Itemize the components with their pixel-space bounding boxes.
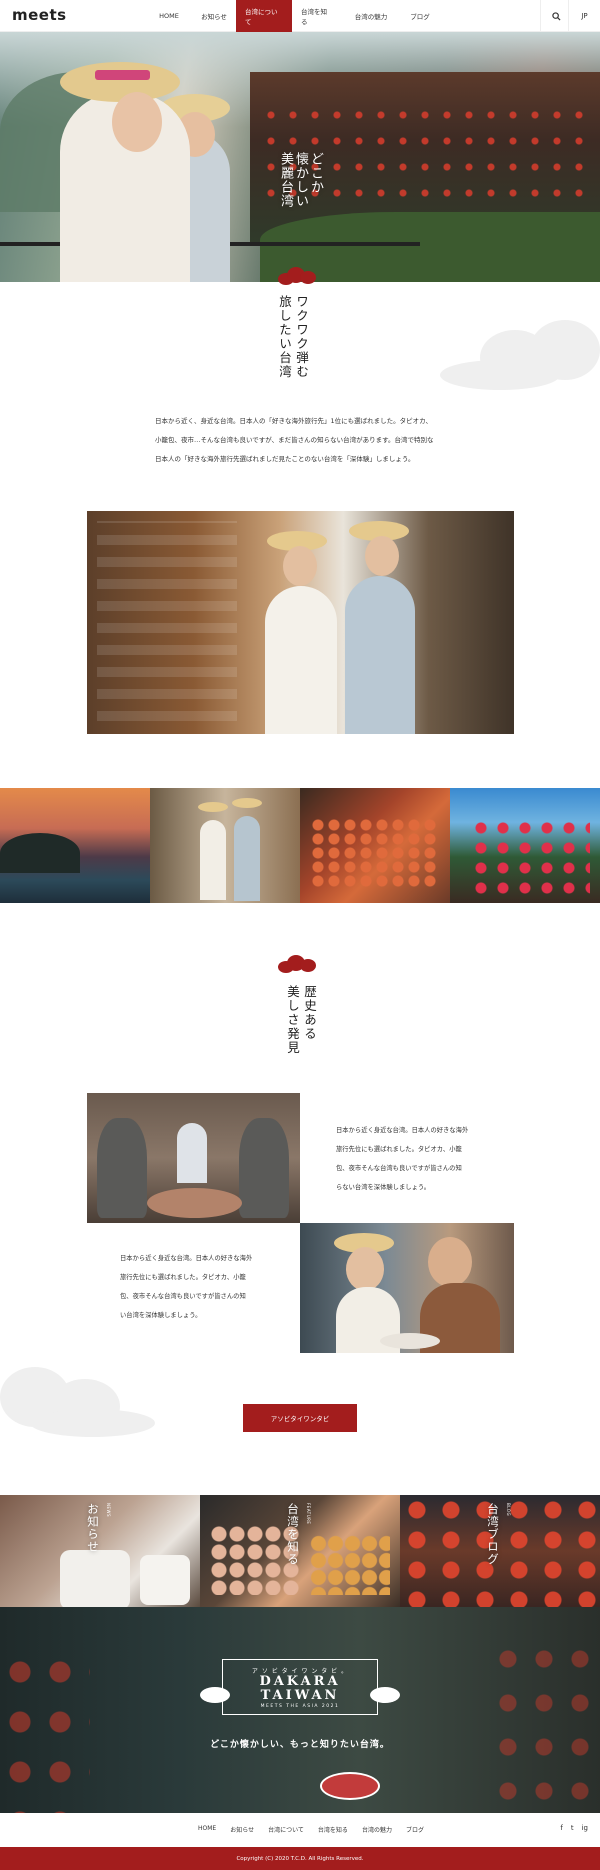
panel-eyebrow: NEWS	[106, 1503, 111, 1518]
banner-logo: ア ソ ビ タ イ ワ ン タ ビ 。 DAKARA TAIWAN MEETS …	[222, 1659, 378, 1715]
intro-text-line: 小籠包、夜市…そんな台湾も良いですが、まだ皆さんの知らない台湾があります。台湾で…	[155, 436, 434, 444]
banner-tiny: MEETS THE ASIA 2021	[260, 1704, 340, 1709]
history-text-line: 旅行先位にも選ばれました。タピオカ、小籠	[336, 1146, 462, 1153]
market-photo	[87, 511, 514, 734]
panel-eyebrow: FEATURE	[306, 1503, 311, 1525]
cloud-decoration-icon	[0, 1367, 160, 1447]
section-title-history: 歴史ある 美しさ発見	[284, 985, 318, 1055]
banner-title-line2: TAIWAN	[260, 1688, 340, 1703]
strip-photo-friends	[150, 788, 300, 903]
eating-photo	[300, 1223, 514, 1353]
history-text-line: 日本から近く身近な台湾。日本人の好きな海外	[120, 1255, 253, 1262]
cloud-ornament-icon	[278, 953, 318, 975]
site-header: meets HOME お知らせ 台湾について 台湾を知る 台湾の魅力 ブログ J…	[0, 0, 600, 32]
history-text-line: い台湾を深体験しましょう。	[120, 1312, 202, 1319]
footer-link-news[interactable]: お知らせ	[230, 1825, 254, 1834]
nav-item-home[interactable]: HOME	[146, 0, 192, 32]
copyright: Copyright (C) 2020 T.C.D. All Rights Res…	[0, 1847, 600, 1870]
intro-text-line: 日本人の「好きな海外旅行先選ばれましだ見たことのない台湾を「深体験」しましょう。	[155, 455, 415, 463]
sign-icon	[320, 1772, 380, 1800]
intro-text: 日本から近く、身近な台湾。日本人の「好きな海外旅行先」1位にも選ばれました。タピ…	[155, 412, 455, 469]
section-title-line: 歴史ある	[302, 985, 317, 1041]
facebook-icon[interactable]: f	[560, 1824, 562, 1832]
section-title-wakuwaku: ワクワク弾む 旅したい台湾	[276, 295, 310, 379]
panel-news[interactable]: NEWS お知らせ	[0, 1495, 200, 1607]
temple-photo	[87, 1093, 300, 1223]
nav-item-know-taiwan[interactable]: 台湾を知る	[292, 0, 342, 32]
history-text-right: 日本から近く身近な台湾。日本人の好きな海外 旅行先位にも選ばれました。タピオカ、…	[336, 1121, 496, 1197]
twitter-icon[interactable]: t	[571, 1824, 574, 1832]
nav-item-news[interactable]: お知らせ	[192, 0, 236, 32]
strip-photo-street-food	[300, 788, 450, 903]
history-text-line: 包、夜市そんな台湾も良いですが皆さんの知	[120, 1293, 246, 1300]
panel-eyebrow: BLOG	[506, 1503, 511, 1517]
history-text-left: 日本から近く身近な台湾。日本人の好きな海外 旅行先位にも選ばれました。タピオカ、…	[120, 1249, 280, 1325]
strip-photo-sunset	[0, 788, 150, 903]
hero-tagline-line: 懐かしい	[293, 152, 308, 208]
nav-item-about-taiwan[interactable]: 台湾について	[236, 0, 292, 32]
history-text-line: 日本から近く身近な台湾。日本人の好きな海外	[336, 1127, 469, 1134]
nav-item-taiwan-charm[interactable]: 台湾の魅力	[342, 0, 400, 32]
footer-links: HOME お知らせ 台湾について 台湾を知る 台湾の魅力 ブログ	[198, 1825, 424, 1834]
cloud-ornament-icon	[278, 265, 318, 287]
history-text-line: 旅行先位にも選ばれました。タピオカ、小籠	[120, 1274, 246, 1281]
dakara-taiwan-banner: ア ソ ビ タ イ ワ ン タ ビ 。 DAKARA TAIWAN MEETS …	[0, 1607, 600, 1813]
panel-title: 台湾を知る	[286, 1503, 300, 1566]
footer-link-blog[interactable]: ブログ	[406, 1825, 424, 1834]
banner-title-line1: DAKARA	[259, 1674, 341, 1689]
instagram-icon[interactable]: ig	[582, 1824, 588, 1832]
footer-nav: HOME お知らせ 台湾について 台湾を知る 台湾の魅力 ブログ f t ig	[0, 1813, 600, 1847]
panel-feature[interactable]: FEATURE 台湾を知る	[200, 1495, 400, 1607]
history-text-line: らない台湾を深体験しましょう。	[336, 1184, 431, 1191]
main-nav: HOME お知らせ 台湾について 台湾を知る 台湾の魅力 ブログ	[146, 0, 440, 32]
panel-title: 台湾ブログ	[486, 1503, 500, 1566]
asobi-taiwan-tabi-button[interactable]: アソビタイワンタビ	[243, 1404, 357, 1432]
hero-tagline: どこか 懐かしい 美麗台湾	[278, 152, 323, 208]
section-title-line: 旅したい台湾	[277, 295, 292, 379]
intro-text-line: 日本から近く、身近な台湾。日本人の「好きな海外旅行先」1位にも選ばれました。タピ…	[155, 417, 433, 425]
panel-blog[interactable]: BLOG 台湾ブログ	[400, 1495, 600, 1607]
nav-item-blog[interactable]: ブログ	[400, 0, 440, 32]
footer-link-about-taiwan[interactable]: 台湾について	[268, 1825, 304, 1834]
footer-link-know-taiwan[interactable]: 台湾を知る	[318, 1825, 348, 1834]
history-text-line: 包、夜市そんな台湾も良いですが皆さんの知	[336, 1165, 462, 1172]
hero-tagline-line: 美麗台湾	[278, 152, 293, 208]
cloud-decoration-icon	[440, 320, 600, 400]
section-title-line: ワクワク弾む	[294, 295, 309, 379]
section-title-line: 美しさ発見	[285, 985, 300, 1055]
language-switch[interactable]: JP	[568, 0, 600, 32]
site-logo[interactable]: meets	[12, 6, 67, 24]
panel-title: お知らせ	[86, 1503, 100, 1553]
strip-photo-lantern-street	[450, 788, 600, 903]
footer-link-home[interactable]: HOME	[198, 1825, 216, 1834]
banner-tagline: どこか懐かしい、もっと知りたい台湾。	[210, 1740, 390, 1750]
hero-image: どこか 懐かしい 美麗台湾	[0, 32, 600, 282]
social-links: f t ig	[560, 1824, 588, 1832]
footer-link-taiwan-charm[interactable]: 台湾の魅力	[362, 1825, 392, 1834]
hero-tagline-line: どこか	[308, 152, 323, 194]
